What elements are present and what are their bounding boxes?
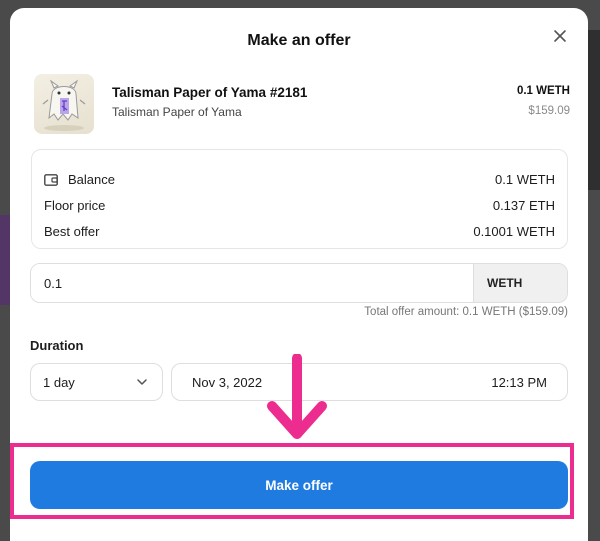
chevron-down-icon <box>137 379 147 385</box>
offer-stats: Balance 0.1 WETH Floor price 0.137 ETH B… <box>31 149 568 249</box>
total-offer-amount: Total offer amount: 0.1 WETH ($159.09) <box>364 306 568 318</box>
nft-collection: Talisman Paper of Yama <box>112 105 242 119</box>
stat-value: 0.137 ETH <box>492 198 555 213</box>
stat-value: 0.1 WETH <box>495 172 555 187</box>
close-icon <box>554 30 566 42</box>
background-scrollbar-area <box>588 30 600 190</box>
offer-amount-field: WETH <box>30 263 568 303</box>
stat-label: Floor price <box>44 198 106 213</box>
talisman-ghost-image <box>42 79 86 131</box>
annotation-highlight-box <box>10 443 574 519</box>
duration-select[interactable]: 1 day <box>30 363 163 401</box>
stat-row-floor-price: Floor price 0.137 ETH <box>44 198 555 218</box>
nft-thumbnail[interactable] <box>34 74 94 134</box>
nft-price-usd: $159.09 <box>528 105 570 117</box>
stat-row-best-offer: Best offer 0.1001 WETH <box>44 224 555 244</box>
expiration-time: 12:13 PM <box>491 375 547 390</box>
duration-label: Duration <box>30 338 84 353</box>
expiration-datetime-field[interactable]: Nov 3, 2022 12:13 PM <box>171 363 568 401</box>
nft-name: Talisman Paper of Yama #2181 <box>112 85 308 100</box>
close-button[interactable] <box>548 24 572 48</box>
wallet-icon <box>44 173 58 186</box>
duration-selected-value: 1 day <box>43 374 75 390</box>
currency-selector[interactable]: WETH <box>473 264 567 302</box>
annotation-arrow-down-icon <box>267 354 327 439</box>
modal-title: Make an offer <box>247 32 351 49</box>
stat-row-balance: Balance 0.1 WETH <box>44 172 555 192</box>
stat-value: 0.1001 WETH <box>473 224 555 239</box>
stat-label: Best offer <box>44 224 100 239</box>
nft-price: 0.1 WETH <box>516 85 570 97</box>
offer-amount-input[interactable] <box>31 264 473 302</box>
expiration-date: Nov 3, 2022 <box>192 375 263 390</box>
stat-label: Balance <box>68 172 115 187</box>
nft-summary: Talisman Paper of Yama #2181 Talisman Pa… <box>32 71 570 134</box>
